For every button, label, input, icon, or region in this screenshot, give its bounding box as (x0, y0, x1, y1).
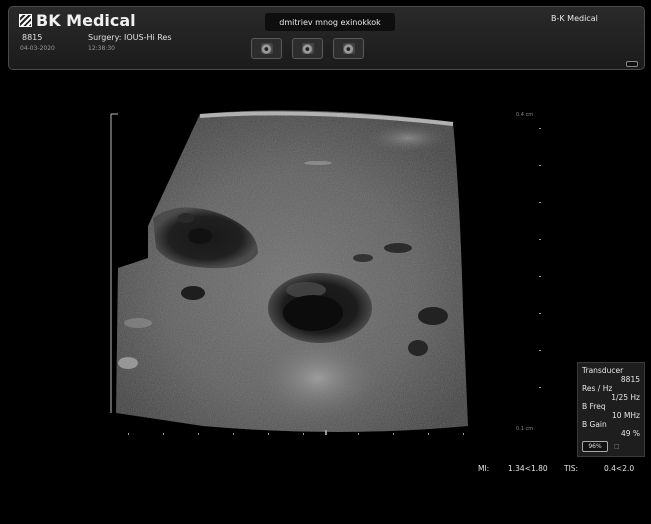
image-thumbnails (251, 38, 364, 59)
thumbnail-3[interactable] (333, 38, 364, 59)
bk-logo-icon (19, 14, 32, 27)
acoustic-indices: MI: 1.34<1.80 TIS: 0.4<2.0 (476, 464, 645, 473)
gain-button[interactable]: 96% (582, 441, 608, 452)
res-value: 1/25 Hz (611, 393, 640, 402)
exam-time: 12:38:30 (88, 45, 115, 52)
ultrasound-image (108, 108, 548, 438)
freq-label: B Freq (582, 402, 606, 411)
thumbnail-1[interactable] (251, 38, 282, 59)
mi-label: MI: (478, 464, 490, 473)
transducer-value: 8815 (620, 375, 640, 384)
company-name: B-K Medical (551, 14, 598, 23)
gain-value: 49 % (620, 429, 640, 438)
depth-label-top: 0.4 cm (516, 112, 534, 118)
auto-gain-icon[interactable]: □ (614, 443, 620, 450)
transducer-label: Transducer (582, 366, 624, 375)
tis-value: 0.4<2.0 (604, 464, 635, 473)
brand: BK Medical (19, 11, 136, 30)
exam-date: 04-03-2020 (20, 45, 55, 52)
res-label: Res / Hz (582, 384, 613, 393)
ultrasound-scan (110, 110, 541, 435)
thumbnail-2[interactable] (292, 38, 323, 59)
header-panel: BK Medical 8815 04-03-2020 Surgery: IOUS… (8, 6, 645, 70)
depth-label-bottom: 0.1 cm (516, 426, 534, 432)
freq-value: 10 MHz (612, 411, 640, 420)
gain-controls: 96% □ (582, 441, 640, 452)
parameter-panel: Transducer 8815 Res / Hz 1/25 Hz B Freq … (577, 362, 645, 457)
tis-label: TIS: (564, 464, 579, 473)
mi-value: 1.34<1.80 (508, 464, 548, 473)
transducer-id: 8815 (22, 33, 43, 42)
brand-name: BK Medical (36, 11, 136, 30)
ultrasound-screen: BK Medical 8815 04-03-2020 Surgery: IOUS… (0, 0, 651, 524)
header-toggle-button[interactable] (626, 61, 638, 67)
exam-preset: Surgery: IOUS-Hi Res (88, 33, 172, 42)
patient-name[interactable]: dmitriev mnog exinokkok (265, 13, 395, 31)
gain-label: B Gain (582, 420, 607, 429)
